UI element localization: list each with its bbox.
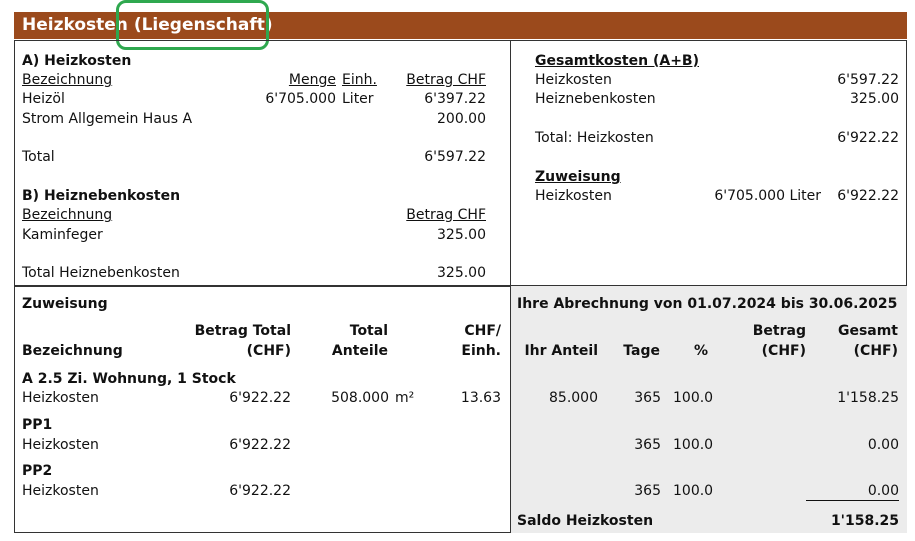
heiznebenkosten-title: B) Heiznebenkosten bbox=[22, 188, 181, 204]
unit-pct: 100.0 bbox=[673, 390, 714, 406]
col-pct: % bbox=[694, 343, 709, 359]
saldo-label: Saldo Heizkosten bbox=[517, 513, 654, 529]
unit-einheit: m² bbox=[395, 390, 415, 406]
sum-underline bbox=[806, 500, 899, 501]
col-ihr-anteil: Ihr Anteil bbox=[524, 343, 598, 359]
unit-bezeichnung: Heizkosten bbox=[22, 390, 99, 406]
zuweisung-top-value: 6'922.22 bbox=[837, 188, 899, 204]
gesamtkosten-total-value: 6'922.22 bbox=[837, 130, 899, 146]
col-total-anteile: Total bbox=[349, 323, 388, 339]
unit-betrag-total: 6'922.22 bbox=[229, 483, 291, 499]
title-main: Heizkosten bbox=[22, 15, 128, 35]
col-betrag-total-unit: (CHF) bbox=[246, 343, 291, 359]
heizkosten-row-menge: 6'705.000 bbox=[265, 91, 336, 107]
col-total-anteile-2: Anteile bbox=[331, 343, 388, 359]
unit-name: A 2.5 Zi. Wohnung, 1 Stock bbox=[22, 371, 236, 387]
heiznebenkosten-total-value: 325.00 bbox=[437, 265, 486, 281]
zuweisung-top-label: Heizkosten bbox=[535, 188, 612, 204]
gesamtkosten-title: Gesamtkosten (A+B) bbox=[535, 53, 699, 69]
unit-bezeichnung: Heizkosten bbox=[22, 483, 99, 499]
col-gesamt: Gesamt bbox=[837, 323, 898, 339]
heiznebenkosten-row-label: Kaminfeger bbox=[22, 227, 103, 243]
col-bezeichnung: Bezeichnung bbox=[22, 343, 123, 359]
unit-tage: 365 bbox=[634, 390, 661, 406]
unit-pct: 100.0 bbox=[673, 437, 714, 453]
gesamtkosten-row-label: Heizkosten bbox=[535, 72, 612, 88]
heizkosten-row-label: Heizöl bbox=[22, 91, 65, 107]
col-chf-einh: CHF/ bbox=[464, 323, 501, 339]
col-bezeichnung: Bezeichnung bbox=[22, 207, 113, 223]
unit-name: PP2 bbox=[22, 463, 53, 479]
saldo-value: 1'158.25 bbox=[830, 513, 899, 529]
unit-gesamt: 0.00 bbox=[867, 437, 899, 453]
unit-tage: 365 bbox=[634, 437, 661, 453]
heizkosten-title: A) Heizkosten bbox=[22, 53, 132, 69]
col-einh: Einh. bbox=[342, 72, 377, 88]
column-divider bbox=[510, 40, 511, 286]
heizkosten-total-value: 6'597.22 bbox=[424, 149, 486, 165]
gesamtkosten-row-value: 325.00 bbox=[850, 91, 899, 107]
unit-chf-einh: 13.63 bbox=[460, 390, 501, 406]
unit-tage: 365 bbox=[634, 483, 661, 499]
col-chf-einh-2: Einh. bbox=[461, 343, 501, 359]
unit-gesamt: 0.00 bbox=[867, 483, 899, 499]
zuweisung-title: Zuweisung bbox=[22, 296, 108, 312]
heiznebenkosten-total-label: Total Heiznebenkosten bbox=[22, 265, 180, 281]
col-menge: Menge bbox=[288, 72, 336, 88]
unit-total-anteile: 508.000 bbox=[331, 390, 389, 406]
heizkosten-row-einh: Liter bbox=[342, 91, 374, 107]
col-betrag-unit: (CHF) bbox=[761, 343, 806, 359]
heizkosten-row-betrag: 200.00 bbox=[437, 111, 486, 127]
col-tage: Tage bbox=[623, 343, 660, 359]
unit-pct: 100.0 bbox=[673, 483, 714, 499]
col-bezeichnung: Bezeichnung bbox=[22, 72, 113, 88]
heizkosten-row-label: Strom Allgemein Haus A bbox=[22, 111, 193, 127]
zuweisung-top-title: Zuweisung bbox=[535, 169, 621, 185]
heiznebenkosten-row-betrag: 325.00 bbox=[437, 227, 486, 243]
gesamtkosten-row-value: 6'597.22 bbox=[837, 72, 899, 88]
heizkosten-row-betrag: 6'397.22 bbox=[424, 91, 486, 107]
unit-betrag-total: 6'922.22 bbox=[229, 437, 291, 453]
col-betrag: Betrag CHF bbox=[406, 72, 486, 88]
unit-gesamt: 1'158.25 bbox=[837, 390, 899, 406]
col-gesamt-unit: (CHF) bbox=[853, 343, 898, 359]
heizkosten-total-label: Total bbox=[22, 149, 55, 165]
unit-name: PP1 bbox=[22, 417, 53, 433]
col-betrag: Betrag CHF bbox=[406, 207, 486, 223]
unit-bezeichnung: Heizkosten bbox=[22, 437, 99, 453]
unit-ihr-anteil: 85.000 bbox=[549, 390, 598, 406]
gesamtkosten-row-label: Heiznebenkosten bbox=[535, 91, 656, 107]
gesamtkosten-total-label: Total: Heizkosten bbox=[535, 130, 654, 146]
abrechnung-title: Ihre Abrechnung von 01.07.2024 bis 30.06… bbox=[517, 296, 898, 312]
unit-betrag-total: 6'922.22 bbox=[229, 390, 291, 406]
col-betrag: Betrag bbox=[752, 323, 806, 339]
col-betrag-total: Betrag Total bbox=[194, 323, 291, 339]
